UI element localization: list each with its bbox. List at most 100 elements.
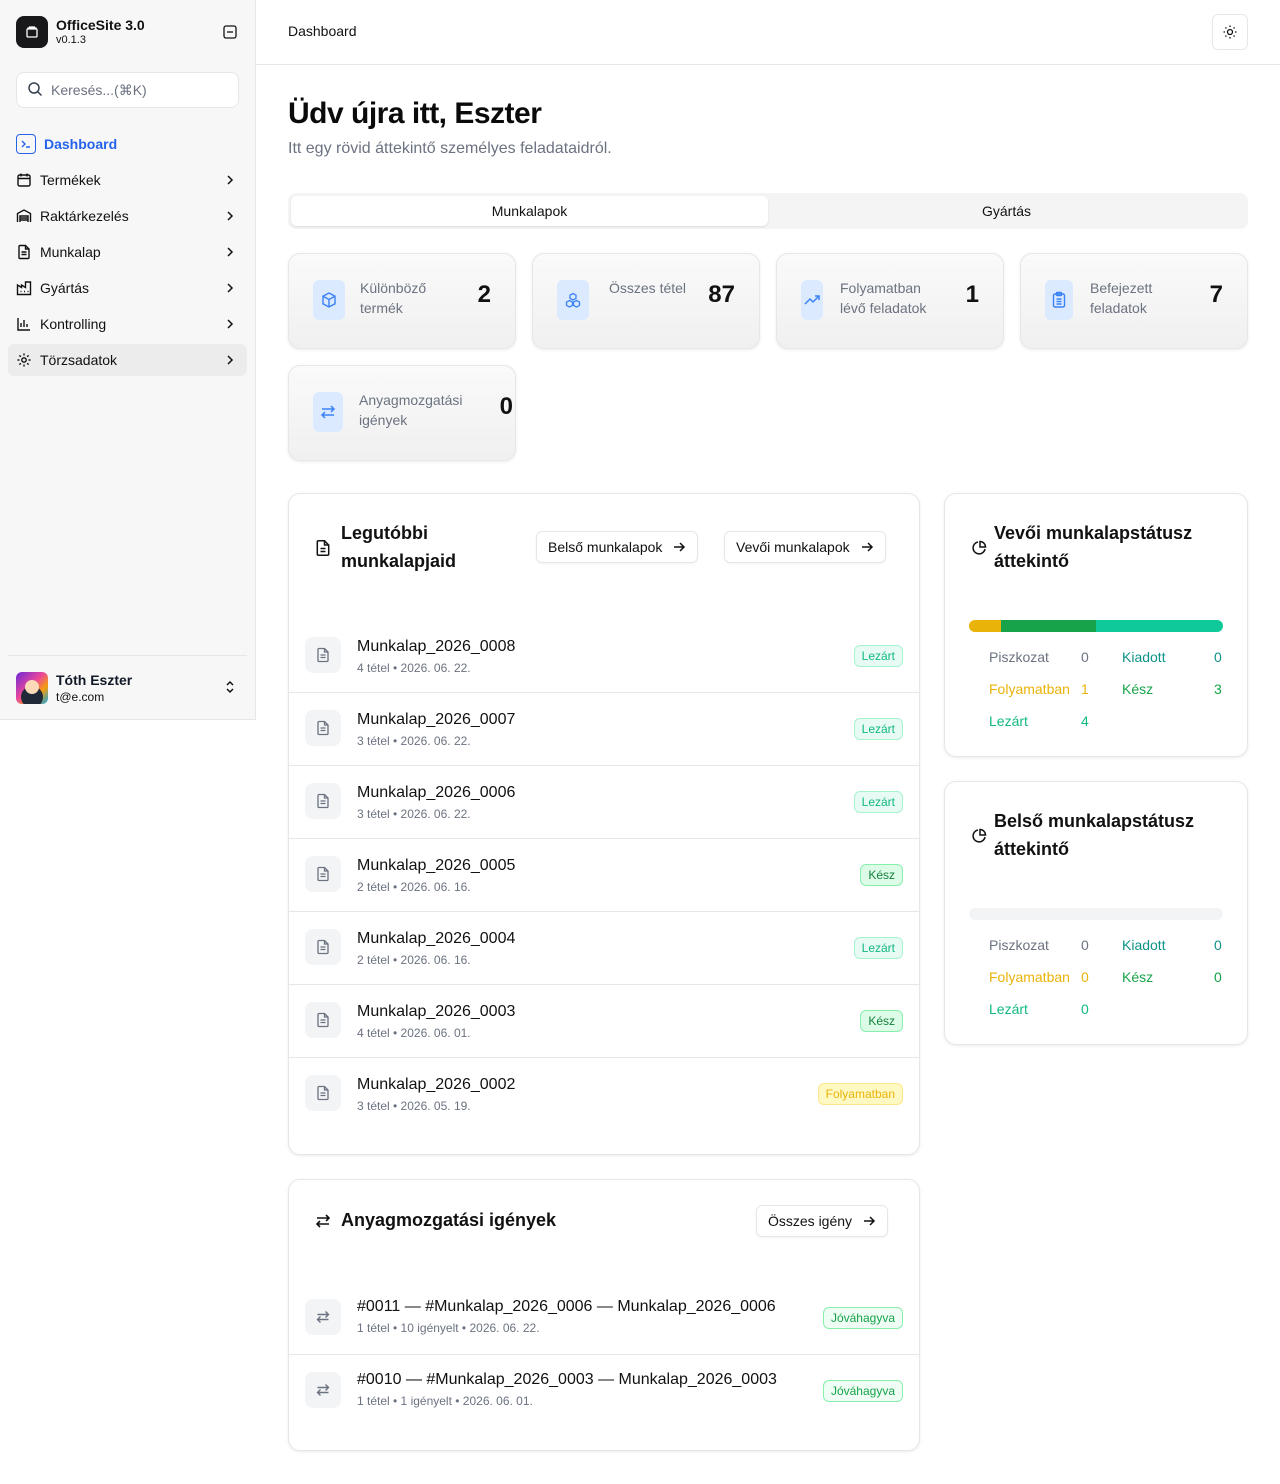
status-badge: Folyamatban bbox=[817, 1083, 903, 1105]
material-request-row[interactable]: #0011 — #Munkalap_2026_0006 — Munkalap_2… bbox=[289, 1282, 919, 1355]
arrows-left-right-icon bbox=[305, 1299, 341, 1335]
arrow-right-icon bbox=[860, 540, 874, 554]
chevron-right-icon bbox=[227, 175, 234, 185]
material-request-row[interactable]: #0010 — #Munkalap_2026_0003 — Munkalap_2… bbox=[289, 1355, 919, 1428]
stat-value: 87 bbox=[708, 281, 735, 308]
customer-worksheets-button[interactable]: Vevői munkalapok bbox=[724, 531, 886, 563]
stat-label: Anyagmozgatási igények bbox=[359, 392, 463, 428]
status-count: 3 bbox=[1214, 681, 1222, 697]
app-name: OfficeSite 3.0 bbox=[56, 17, 145, 34]
sidebar-item-raktarkezeles[interactable]: Raktárkezelés bbox=[8, 200, 247, 232]
file-text-icon bbox=[305, 637, 341, 673]
status-bar-segment bbox=[1000, 620, 1096, 632]
status-count: 0 bbox=[1081, 1001, 1089, 1017]
stat-label: Folyamatban lévő feladatok bbox=[840, 280, 927, 316]
arrows-left-right-icon bbox=[313, 1211, 333, 1231]
customer-status-bar bbox=[969, 620, 1223, 632]
worksheet-row[interactable]: Munkalap_2026_0007 3 tétel • 2026. 06. 22… bbox=[289, 693, 919, 766]
status-label: Folyamatban bbox=[989, 681, 1070, 697]
status-bar-segment bbox=[969, 620, 1001, 632]
brand[interactable]: OfficeSite 3.0 v0.1.3 bbox=[16, 16, 240, 48]
arrow-right-icon bbox=[672, 540, 686, 554]
search-box[interactable] bbox=[16, 72, 239, 108]
sidebar-item-label: Munkalap bbox=[40, 244, 101, 260]
search-icon bbox=[27, 81, 43, 100]
stat-value: 0 bbox=[499, 393, 513, 420]
status-label: Folyamatban bbox=[989, 969, 1070, 985]
chevron-right-icon bbox=[227, 283, 234, 293]
worksheet-row[interactable]: Munkalap_2026_0006 3 tétel • 2026. 06. 22… bbox=[289, 766, 919, 839]
sidebar-item-kontrolling[interactable]: Kontrolling bbox=[8, 308, 247, 340]
sidebar-item-label: Törzsadatok bbox=[40, 352, 118, 368]
status-label: Piszkozat bbox=[989, 937, 1049, 953]
material-requests-title: Anyagmozgatási igények bbox=[341, 1210, 557, 1230]
factory-icon bbox=[16, 280, 32, 296]
status-badge: Kész bbox=[860, 1010, 903, 1032]
worksheet-row[interactable]: Munkalap_2026_0008 4 tétel • 2026. 06. 22… bbox=[289, 620, 919, 693]
sidebar-toggle-icon[interactable] bbox=[220, 22, 240, 42]
status-label: Piszkozat bbox=[989, 649, 1049, 665]
status-label: Kész bbox=[1122, 681, 1154, 697]
user-name: Tóth Eszter bbox=[56, 672, 133, 688]
status-badge: Jóváhagyva bbox=[822, 1380, 903, 1402]
sidebar-item-label: Dashboard bbox=[44, 136, 118, 152]
box-icon bbox=[313, 280, 345, 320]
stat-card-finished: Befejezett feladatok 7 bbox=[1020, 253, 1248, 349]
status-count: 0 bbox=[1081, 937, 1089, 953]
user-menu[interactable]: Tóth Eszter t@e.com bbox=[8, 655, 247, 719]
sidebar-item-torzsadatok[interactable]: Törzsadatok bbox=[8, 344, 247, 376]
worksheet-title: Munkalap_2026_0008 bbox=[357, 638, 516, 655]
customer-status-card: Vevői munkalapstátusz áttekintő Piszkoza… bbox=[944, 493, 1248, 757]
sidebar-item-label: Gyártás bbox=[40, 280, 90, 296]
worksheet-row[interactable]: Munkalap_2026_0005 2 tétel • 2026. 06. 16… bbox=[289, 839, 919, 912]
material-requests-card: Anyagmozgatási igények Összes igény #001… bbox=[288, 1179, 920, 1451]
worksheet-meta: 3 tétel • 2026. 06. 22. bbox=[357, 807, 471, 821]
worksheet-title: Munkalap_2026_0006 bbox=[357, 784, 516, 801]
sidebar-nav: Dashboard Termékek Raktárkezelés Munkala… bbox=[8, 128, 247, 380]
status-badge: Jóváhagyva bbox=[822, 1307, 903, 1329]
stat-label: Befejezett feladatok bbox=[1090, 280, 1153, 316]
worksheet-meta: 3 tétel • 2026. 05. 19. bbox=[357, 1099, 471, 1113]
worksheet-meta: 4 tétel • 2026. 06. 01. bbox=[357, 1026, 471, 1040]
sidebar-item-label: Termékek bbox=[40, 172, 101, 188]
file-text-icon bbox=[305, 783, 341, 819]
file-text-icon bbox=[16, 244, 32, 260]
sun-icon bbox=[1223, 25, 1237, 39]
terminal-square-icon bbox=[16, 134, 36, 154]
theme-toggle-button[interactable] bbox=[1212, 14, 1248, 50]
chevron-right-icon bbox=[227, 319, 234, 329]
status-count: 0 bbox=[1214, 649, 1222, 665]
chevron-right-icon bbox=[227, 211, 234, 221]
internal-status-card: Belső munkalapstátusz áttekintő Piszkoza… bbox=[944, 781, 1248, 1045]
sidebar-item-label: Raktárkezelés bbox=[40, 208, 129, 224]
sidebar-item-gyartas[interactable]: Gyártás bbox=[8, 272, 247, 304]
status-badge: Lezárt bbox=[853, 937, 903, 959]
worksheet-row[interactable]: Munkalap_2026_0003 4 tétel • 2026. 06. 01… bbox=[289, 985, 919, 1058]
sidebar-item-munkalap[interactable]: Munkalap bbox=[8, 236, 247, 268]
status-badge: Lezárt bbox=[853, 645, 903, 667]
boxes-icon bbox=[557, 280, 589, 320]
worksheet-meta: 2 tétel • 2026. 06. 16. bbox=[357, 880, 471, 894]
recent-worksheets-card: Legutóbbi munkalapjaid Belső munkalapok … bbox=[288, 493, 920, 1155]
sidebar-item-termekek[interactable]: Termékek bbox=[8, 164, 247, 196]
calendar-box-icon bbox=[16, 172, 32, 188]
worksheet-row[interactable]: Munkalap_2026_0004 2 tétel • 2026. 06. 16… bbox=[289, 912, 919, 985]
avatar bbox=[16, 672, 48, 704]
worksheet-meta: 2 tétel • 2026. 06. 16. bbox=[357, 953, 471, 967]
sidebar-item-dashboard[interactable]: Dashboard bbox=[8, 128, 247, 160]
tab-munkalapok[interactable]: Munkalapok bbox=[291, 196, 768, 226]
status-count: 1 bbox=[1081, 681, 1089, 697]
button-label: Összes igény bbox=[768, 1213, 853, 1229]
stat-value: 2 bbox=[477, 281, 491, 308]
file-text-icon bbox=[305, 1075, 341, 1111]
all-requests-button[interactable]: Összes igény bbox=[756, 1205, 889, 1237]
internal-worksheets-button[interactable]: Belső munkalapok bbox=[536, 531, 699, 563]
search-input[interactable] bbox=[51, 82, 221, 98]
topbar: Dashboard bbox=[256, 0, 1280, 65]
tab-gyartas[interactable]: Gyártás bbox=[768, 196, 1245, 226]
stat-label: Összes tétel bbox=[609, 280, 687, 296]
arrow-right-icon bbox=[862, 1214, 876, 1228]
status-label: Lezárt bbox=[989, 1001, 1028, 1017]
worksheet-row[interactable]: Munkalap_2026_0002 3 tétel • 2026. 05. 19… bbox=[289, 1058, 919, 1131]
request-meta: 1 tétel • 1 igényelt • 2026. 06. 01. bbox=[357, 1394, 533, 1408]
